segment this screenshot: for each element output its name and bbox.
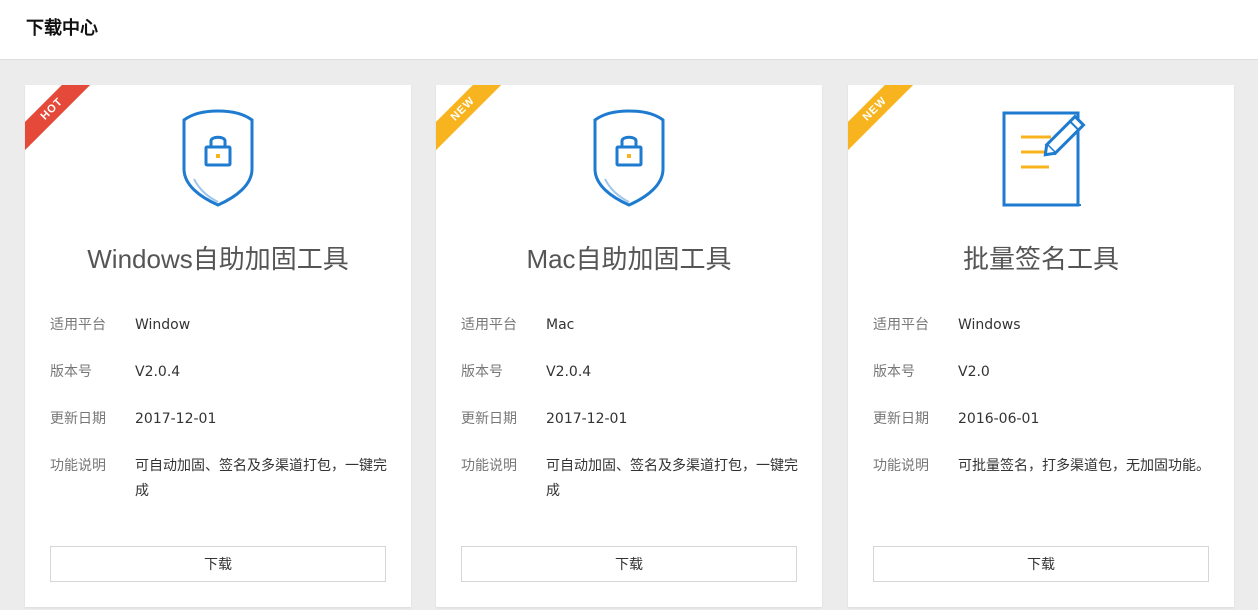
info-value: V2.0 [958, 364, 990, 380]
info-row-description: 功能说明 可批量签名，打多渠道包，无加固功能。 [873, 454, 1212, 479]
download-button[interactable]: 下载 [50, 546, 386, 582]
info-value: 2016-06-01 [958, 411, 1040, 427]
page-header: 下载中心 [0, 0, 1258, 60]
info-value: V2.0.4 [546, 364, 592, 380]
info-value: 2017-12-01 [135, 411, 217, 427]
shield-lock-icon [168, 107, 268, 209]
download-card-batch-sign: NEW 批量签名工具 适用平台 Windows 版本号 V2.0 更新日期 20… [848, 85, 1234, 607]
shield-lock-icon [579, 107, 679, 209]
info-row-description: 功能说明 可自动加固、签名及多渠道打包，一键完成 [50, 454, 389, 504]
info-row-version: 版本号 V2.0.4 [50, 360, 389, 385]
card-info: 适用平台 Windows 版本号 V2.0 更新日期 2016-06-01 功能… [873, 313, 1212, 501]
info-label: 更新日期 [461, 411, 517, 427]
info-row-version: 版本号 V2.0.4 [461, 360, 800, 385]
info-value: 可自动加固、签名及多渠道打包，一键完成 [546, 458, 798, 499]
info-label: 功能说明 [873, 458, 929, 474]
card-title: Windows自助加固工具 [87, 244, 349, 274]
page-title: 下载中心 [26, 17, 98, 39]
info-label: 功能说明 [461, 458, 517, 474]
info-label: 更新日期 [50, 411, 106, 427]
info-row-platform: 适用平台 Mac [461, 313, 800, 338]
info-value: Window [135, 317, 191, 333]
document-edit-icon [991, 107, 1091, 209]
card-info: 适用平台 Mac 版本号 V2.0.4 更新日期 2017-12-01 功能说明… [461, 313, 800, 526]
download-card-list: HOT Windows自助加固工具 适用平台 Window 版本号 V2.0.4… [0, 60, 1258, 610]
info-label: 适用平台 [50, 317, 106, 333]
info-label: 功能说明 [50, 458, 106, 474]
download-button[interactable]: 下载 [461, 546, 797, 582]
new-badge: NEW [436, 85, 509, 155]
info-row-platform: 适用平台 Window [50, 313, 389, 338]
download-card-mac: NEW Mac自助加固工具 适用平台 Mac 版本号 V2.0.4 更新日期 2… [436, 85, 822, 607]
info-row-date: 更新日期 2017-12-01 [50, 407, 389, 432]
info-row-version: 版本号 V2.0 [873, 360, 1212, 385]
info-label: 版本号 [873, 364, 915, 380]
info-row-description: 功能说明 可自动加固、签名及多渠道打包，一键完成 [461, 454, 800, 504]
info-value: Mac [546, 317, 575, 333]
info-label: 适用平台 [873, 317, 929, 333]
info-label: 版本号 [50, 364, 92, 380]
card-title: 批量签名工具 [962, 244, 1119, 274]
info-value: V2.0.4 [135, 364, 181, 380]
info-label: 适用平台 [461, 317, 517, 333]
info-value: 2017-12-01 [546, 411, 628, 427]
info-value: Windows [958, 317, 1021, 333]
info-row-platform: 适用平台 Windows [873, 313, 1212, 338]
info-row-date: 更新日期 2017-12-01 [461, 407, 800, 432]
info-label: 更新日期 [873, 411, 929, 427]
card-title: Mac自助加固工具 [526, 244, 732, 274]
info-value: 可自动加固、签名及多渠道打包，一键完成 [135, 458, 387, 499]
hot-badge: HOT [25, 85, 98, 155]
download-card-windows: HOT Windows自助加固工具 适用平台 Window 版本号 V2.0.4… [25, 85, 411, 607]
info-value: 可批量签名，打多渠道包，无加固功能。 [958, 458, 1210, 474]
new-badge: NEW [848, 85, 921, 155]
info-label: 版本号 [461, 364, 503, 380]
card-info: 适用平台 Window 版本号 V2.0.4 更新日期 2017-12-01 功… [50, 313, 389, 526]
info-row-date: 更新日期 2016-06-01 [873, 407, 1212, 432]
download-button[interactable]: 下载 [873, 546, 1209, 582]
